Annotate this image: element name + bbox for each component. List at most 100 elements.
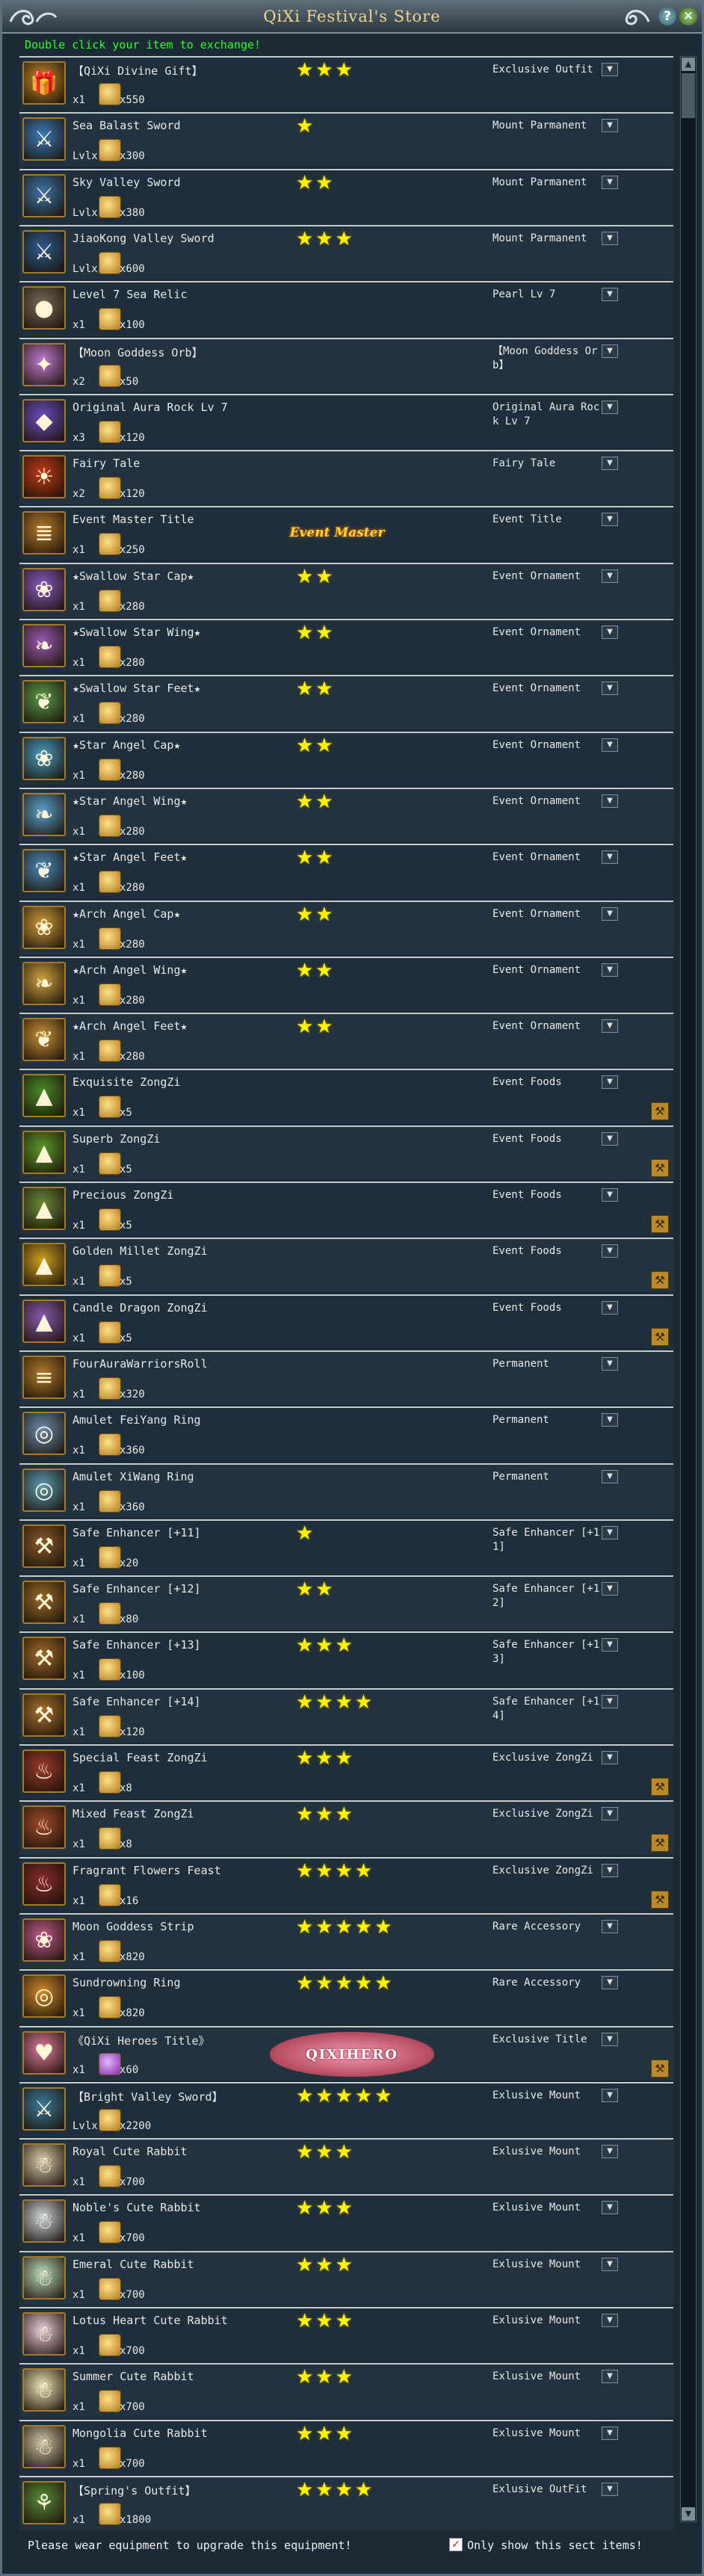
category-dropdown-button[interactable]: ▼	[602, 1864, 618, 1877]
category-dropdown-button[interactable]: ▼	[602, 1132, 618, 1146]
outfit-icon[interactable]: ⚘	[22, 2481, 66, 2524]
category-dropdown-button[interactable]: ▼	[602, 2258, 618, 2271]
feast-icon[interactable]: ♨	[22, 1862, 66, 1906]
item-row[interactable]: ⚒ Safe Enhancer [+14] x1 x120 ★★★★ Safe Enhan…	[19, 1688, 673, 1743]
item-row[interactable]: ● Level 7 Sea Relic x1 x100 Pearl Lv 7 ▼	[19, 281, 673, 336]
category-dropdown-button[interactable]: ▼	[602, 2483, 618, 2496]
item-row[interactable]: ❧ ★Star Angel Wing★ x1 x280 ★★ Event Ornament…	[19, 788, 673, 842]
aura-rock-icon[interactable]: ◆	[22, 399, 66, 442]
upgrade-button[interactable]: ⚒	[651, 1102, 669, 1120]
category-dropdown-button[interactable]: ▼	[602, 1638, 618, 1652]
sword-icon[interactable]: ⚔	[22, 174, 66, 217]
category-dropdown-button[interactable]: ▼	[602, 2201, 618, 2214]
item-row[interactable]: ❀ ★Swallow Star Cap★ x1 x280 ★★ Event Ornamen…	[19, 563, 673, 617]
zongzi-icon[interactable]: ▲	[22, 1187, 66, 1230]
item-row[interactable]: ▲ Exquisite ZongZi x1 x5 Event Foods ▼ ⚒	[19, 1069, 673, 1123]
category-dropdown-button[interactable]: ▼	[602, 401, 618, 414]
rabbit-icon[interactable]: ☃	[22, 2312, 66, 2356]
category-dropdown-button[interactable]: ▼	[602, 2033, 618, 2046]
category-dropdown-button[interactable]: ▼	[602, 513, 618, 526]
item-row[interactable]: ❧ ★Arch Angel Wing★ x1 x280 ★★ Event Ornament…	[19, 957, 673, 1011]
ring-icon[interactable]: ◎	[22, 1468, 66, 1512]
category-dropdown-button[interactable]: ▼	[602, 457, 618, 470]
category-dropdown-button[interactable]: ▼	[602, 1526, 618, 1539]
zongzi-icon[interactable]: ▲	[22, 1131, 66, 1174]
only-show-sect-checkbox[interactable]: ✓	[449, 2538, 463, 2551]
enhancer-icon[interactable]: ⚒	[22, 1581, 66, 1624]
item-row[interactable]: ⚘ 【Spring's Outfit】 x1 x1800 ★★★★ Exlusive Ou…	[19, 2476, 673, 2530]
upgrade-button[interactable]: ⚒	[651, 1328, 669, 1346]
item-row[interactable]: ▲ Golden Millet ZongZi x1 x5 Event Foods ▼ ⚒	[19, 1238, 673, 1292]
rabbit-icon[interactable]: ☃	[22, 2143, 66, 2187]
category-dropdown-button[interactable]: ▼	[602, 907, 618, 921]
category-dropdown-button[interactable]: ▼	[602, 1188, 618, 1202]
item-row[interactable]: ♨ Special Feast ZongZi x1 x8 ★★★ Exclusive Zo…	[19, 1744, 673, 1799]
scrollbar[interactable]: ▲ ▼	[680, 56, 697, 2522]
category-dropdown-button[interactable]: ▼	[602, 2314, 618, 2327]
item-row[interactable]: ♥ 《QiXi Heroes Title》 x1 x60 QIXIHERO Exclusi…	[19, 2026, 673, 2081]
scroll-thumb[interactable]	[682, 73, 695, 118]
category-dropdown-button[interactable]: ▼	[602, 2370, 618, 2383]
zongzi-icon[interactable]: ▲	[22, 1074, 66, 1117]
category-dropdown-button[interactable]: ▼	[602, 963, 618, 977]
item-row[interactable]: ▲ Candle Dragon ZongZi x1 x5 Event Foods ▼ ⚒	[19, 1294, 673, 1349]
heart-icon[interactable]: ♥	[22, 2031, 66, 2075]
category-dropdown-button[interactable]: ▼	[602, 1075, 618, 1089]
item-row[interactable]: ❀ ★Star Angel Cap★ x1 x280 ★★ Event Ornament ▼	[19, 732, 673, 786]
scroll-up-button[interactable]: ▲	[682, 58, 695, 71]
item-row[interactable]: ◎ Sundrowning Ring x1 x820 ★★★★★ Rare Accesso…	[19, 1969, 673, 2024]
category-dropdown-button[interactable]: ▼	[602, 288, 618, 301]
zongzi-icon[interactable]: ▲	[22, 1300, 66, 1343]
rabbit-icon[interactable]: ☃	[22, 2256, 66, 2299]
category-dropdown-button[interactable]: ▼	[602, 1244, 618, 1258]
only-show-sect-label[interactable]: Only show this sect items!	[467, 2539, 643, 2552]
item-row[interactable]: ◆ Original Aura Rock Lv 7 x3 x120 Original A…	[19, 394, 673, 448]
enhancer-icon[interactable]: ⚒	[22, 1525, 66, 1568]
category-dropdown-button[interactable]: ▼	[602, 1019, 618, 1033]
item-row[interactable]: ☀ Fairy Tale x2 x120 Fairy Tale ▼	[19, 450, 673, 504]
item-row[interactable]: ☃ Lotus Heart Cute Rabbit x1 x700 ★★★ Exlusiv…	[19, 2307, 673, 2362]
item-row[interactable]: ≡ FourAuraWarriorsRoll x1 x320 Permanent ▼	[19, 1350, 673, 1405]
item-row[interactable]: ⚔ Sea Balast Sword Lvlx1 x300 ★ Mount Parmane…	[19, 112, 673, 167]
item-row[interactable]: ✦ 【Moon Goddess Orb】 x2 x50 【Moon Goddess Or…	[19, 338, 673, 392]
scroll-icon[interactable]: ≣	[22, 511, 66, 555]
category-dropdown-button[interactable]: ▼	[602, 2089, 618, 2102]
item-row[interactable]: ❦ ★Arch Angel Feet★ x1 x280 ★★ Event Ornament…	[19, 1013, 673, 1067]
strip-icon[interactable]: ❀	[22, 1918, 66, 1962]
zongzi-icon[interactable]: ▲	[22, 1243, 66, 1286]
item-row[interactable]: ⚔ 【Bright Valley Sword】 Lvlx1 x2200 ★★★★★ Exl…	[19, 2082, 673, 2137]
upgrade-button[interactable]: ⚒	[651, 1159, 669, 1177]
item-row[interactable]: ♨ Mixed Feast ZongZi x1 x8 ★★★ Exclusive Zong…	[19, 1800, 673, 1855]
category-dropdown-button[interactable]: ▼	[602, 176, 618, 189]
item-row[interactable]: ▲ Superb ZongZi x1 x5 Event Foods ▼ ⚒	[19, 1125, 673, 1180]
upgrade-button[interactable]: ⚒	[651, 1778, 669, 1796]
item-row[interactable]: ≣ Event Master Title x1 x250 Event Master Eve…	[19, 506, 673, 560]
cap-icon[interactable]: ❀	[22, 737, 66, 780]
item-row[interactable]: ⚔ Sky Valley Sword Lvlx1 x380 ★★ Mount Parman…	[19, 169, 673, 223]
category-dropdown-button[interactable]: ▼	[602, 1920, 618, 1933]
rabbit-icon[interactable]: ☃	[22, 2199, 66, 2243]
enhancer-icon[interactable]: ⚒	[22, 1637, 66, 1680]
feast-icon[interactable]: ♨	[22, 1749, 66, 1793]
cap-icon[interactable]: ❀	[22, 568, 66, 611]
category-dropdown-button[interactable]: ▼	[602, 1413, 618, 1427]
feet-icon[interactable]: ❦	[22, 680, 66, 723]
title-bar[interactable]: QiXi Festival's Store ? ✕	[2, 2, 702, 34]
category-dropdown-button[interactable]: ▼	[602, 794, 618, 808]
pearl-icon[interactable]: ●	[22, 286, 66, 330]
category-dropdown-button[interactable]: ▼	[602, 1807, 618, 1820]
item-row[interactable]: ☃ Summer Cute Rabbit x1 x700 ★★★ Exlusive Mou…	[19, 2363, 673, 2418]
item-row[interactable]: ⚒ Safe Enhancer [+11] x1 x20 ★ Safe Enhancer …	[19, 1519, 673, 1574]
category-dropdown-button[interactable]: ▼	[602, 232, 618, 245]
item-row[interactable]: ⚒ Safe Enhancer [+12] x1 x80 ★★ Safe Enhancer…	[19, 1575, 673, 1630]
rabbit-icon[interactable]: ☃	[22, 2425, 66, 2468]
category-dropdown-button[interactable]: ▼	[602, 850, 618, 864]
item-row[interactable]: ❀ ★Arch Angel Cap★ x1 x280 ★★ Event Ornament ▼	[19, 901, 673, 955]
feet-icon[interactable]: ❦	[22, 1018, 66, 1061]
item-row[interactable]: ◎ Amulet FeiYang Ring x1 x360 Permanent ▼	[19, 1406, 673, 1461]
orb-icon[interactable]: ✦	[22, 343, 66, 386]
fire-orb-icon[interactable]: ☀	[22, 455, 66, 498]
category-dropdown-button[interactable]: ▼	[602, 1582, 618, 1596]
category-dropdown-button[interactable]: ▼	[602, 2145, 618, 2158]
item-row[interactable]: ❦ ★Star Angel Feet★ x1 x280 ★★ Event Ornament…	[19, 844, 673, 898]
